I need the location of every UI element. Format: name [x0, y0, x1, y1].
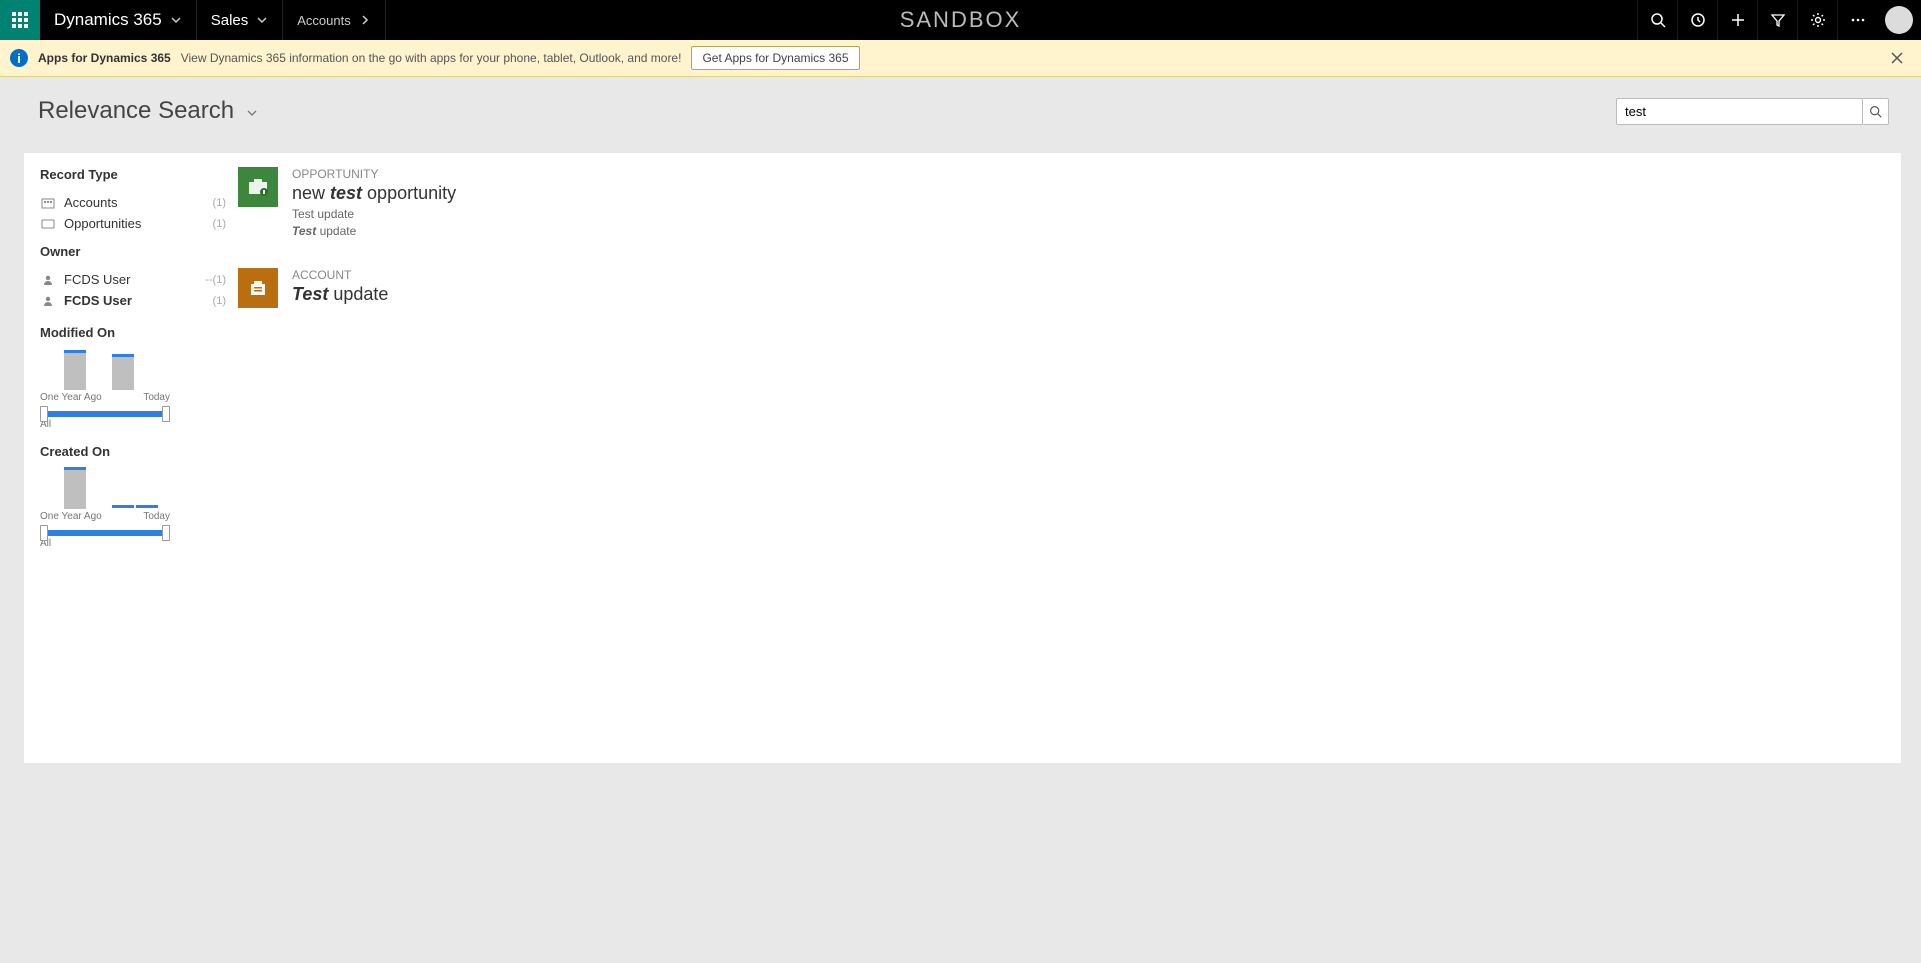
- info-icon: i: [10, 49, 28, 67]
- banner-description: View Dynamics 365 information on the go …: [181, 51, 682, 65]
- facet-label: FCDS User: [64, 272, 130, 287]
- chevron-down-icon: [170, 14, 182, 26]
- result-snippet: Test update Test update: [292, 206, 456, 240]
- search-input[interactable]: [1616, 98, 1863, 125]
- product-name: Dynamics 365: [54, 10, 162, 30]
- advanced-find-button[interactable]: [1757, 0, 1797, 40]
- user-avatar[interactable]: [1885, 6, 1913, 34]
- search-result-account[interactable]: ACCOUNT Test update: [238, 268, 1893, 308]
- range-all-label: All: [40, 538, 170, 549]
- slider-handle-right[interactable]: [162, 406, 170, 422]
- search-submit-button[interactable]: [1863, 98, 1889, 125]
- facet-owner-row[interactable]: FCDS User (1): [40, 290, 226, 311]
- facet-sidebar: Record Type Accounts (1) Opportunities (…: [24, 153, 234, 763]
- search-result-opportunity[interactable]: OPPORTUNITY new test opportunity Test up…: [238, 167, 1893, 240]
- modified-on-histogram: One Year Ago Today All: [40, 350, 170, 430]
- search-results: OPPORTUNITY new test opportunity Test up…: [234, 153, 1901, 763]
- more-commands-button[interactable]: [1837, 0, 1877, 40]
- facet-owner-row[interactable]: FCDS User --(1): [40, 269, 226, 290]
- breadcrumb[interactable]: Accounts: [283, 0, 385, 40]
- settings-button[interactable]: [1797, 0, 1837, 40]
- chevron-down-icon: [256, 14, 268, 26]
- result-type-label: OPPORTUNITY: [292, 167, 456, 181]
- facet-record-opportunities[interactable]: Opportunities (1): [40, 213, 226, 234]
- banner-close-button[interactable]: [1883, 48, 1911, 68]
- range-all-label: All: [40, 419, 170, 430]
- search-header: Relevance Search: [0, 77, 1921, 153]
- facet-count: (1): [213, 218, 226, 230]
- facet-label: FCDS User: [64, 293, 132, 308]
- result-title: new test opportunity: [292, 183, 456, 204]
- facet-record-accounts[interactable]: Accounts (1): [40, 192, 226, 213]
- facet-created-heading: Created On: [40, 444, 226, 459]
- person-icon: [40, 295, 56, 307]
- quick-create-button[interactable]: [1717, 0, 1757, 40]
- facet-modified-heading: Modified On: [40, 325, 226, 340]
- search-content: Record Type Accounts (1) Opportunities (…: [24, 153, 1901, 763]
- global-nav: Dynamics 365 Sales Accounts SANDBOX: [0, 0, 1921, 40]
- rect-icon: [40, 219, 56, 229]
- person-icon: [40, 274, 56, 286]
- range-end-label: Today: [143, 392, 170, 403]
- facet-count: --(1): [205, 274, 226, 286]
- info-banner: i Apps for Dynamics 365 View Dynamics 36…: [0, 40, 1921, 77]
- chevron-down-icon: [247, 107, 257, 121]
- slider-handle-left[interactable]: [40, 525, 48, 541]
- result-type-label: ACCOUNT: [292, 268, 388, 282]
- facet-label: Opportunities: [64, 216, 141, 231]
- facet-owner-heading: Owner: [40, 244, 226, 259]
- app-launcher-button[interactable]: [0, 0, 40, 40]
- created-on-range-slider[interactable]: [44, 530, 166, 536]
- banner-title: Apps for Dynamics 365: [38, 51, 171, 65]
- slider-handle-right[interactable]: [162, 525, 170, 541]
- facet-count: (1): [213, 197, 226, 209]
- range-start-label: One Year Ago: [40, 511, 102, 522]
- facet-label: Accounts: [64, 195, 117, 210]
- chevron-right-icon: [359, 14, 371, 26]
- page-title[interactable]: Relevance Search: [38, 97, 257, 125]
- result-title: Test update: [292, 284, 388, 305]
- building-icon: [40, 197, 56, 209]
- global-search-button[interactable]: [1637, 0, 1677, 40]
- modified-on-range-slider[interactable]: [44, 411, 166, 417]
- product-switcher[interactable]: Dynamics 365: [40, 0, 197, 40]
- facet-record-type-heading: Record Type: [40, 167, 226, 182]
- facet-count: (1): [213, 295, 226, 307]
- slider-handle-left[interactable]: [40, 406, 48, 422]
- account-icon: [238, 268, 278, 308]
- created-on-histogram: One Year Ago Today All: [40, 469, 170, 549]
- environment-label: SANDBOX: [900, 0, 1022, 40]
- range-end-label: Today: [143, 511, 170, 522]
- range-start-label: One Year Ago: [40, 392, 102, 403]
- breadcrumb-label: Accounts: [297, 13, 350, 28]
- get-apps-button[interactable]: Get Apps for Dynamics 365: [691, 46, 859, 70]
- area-name: Sales: [211, 12, 249, 29]
- area-switcher[interactable]: Sales: [197, 0, 284, 40]
- opportunity-icon: [238, 167, 278, 207]
- recent-items-button[interactable]: [1677, 0, 1717, 40]
